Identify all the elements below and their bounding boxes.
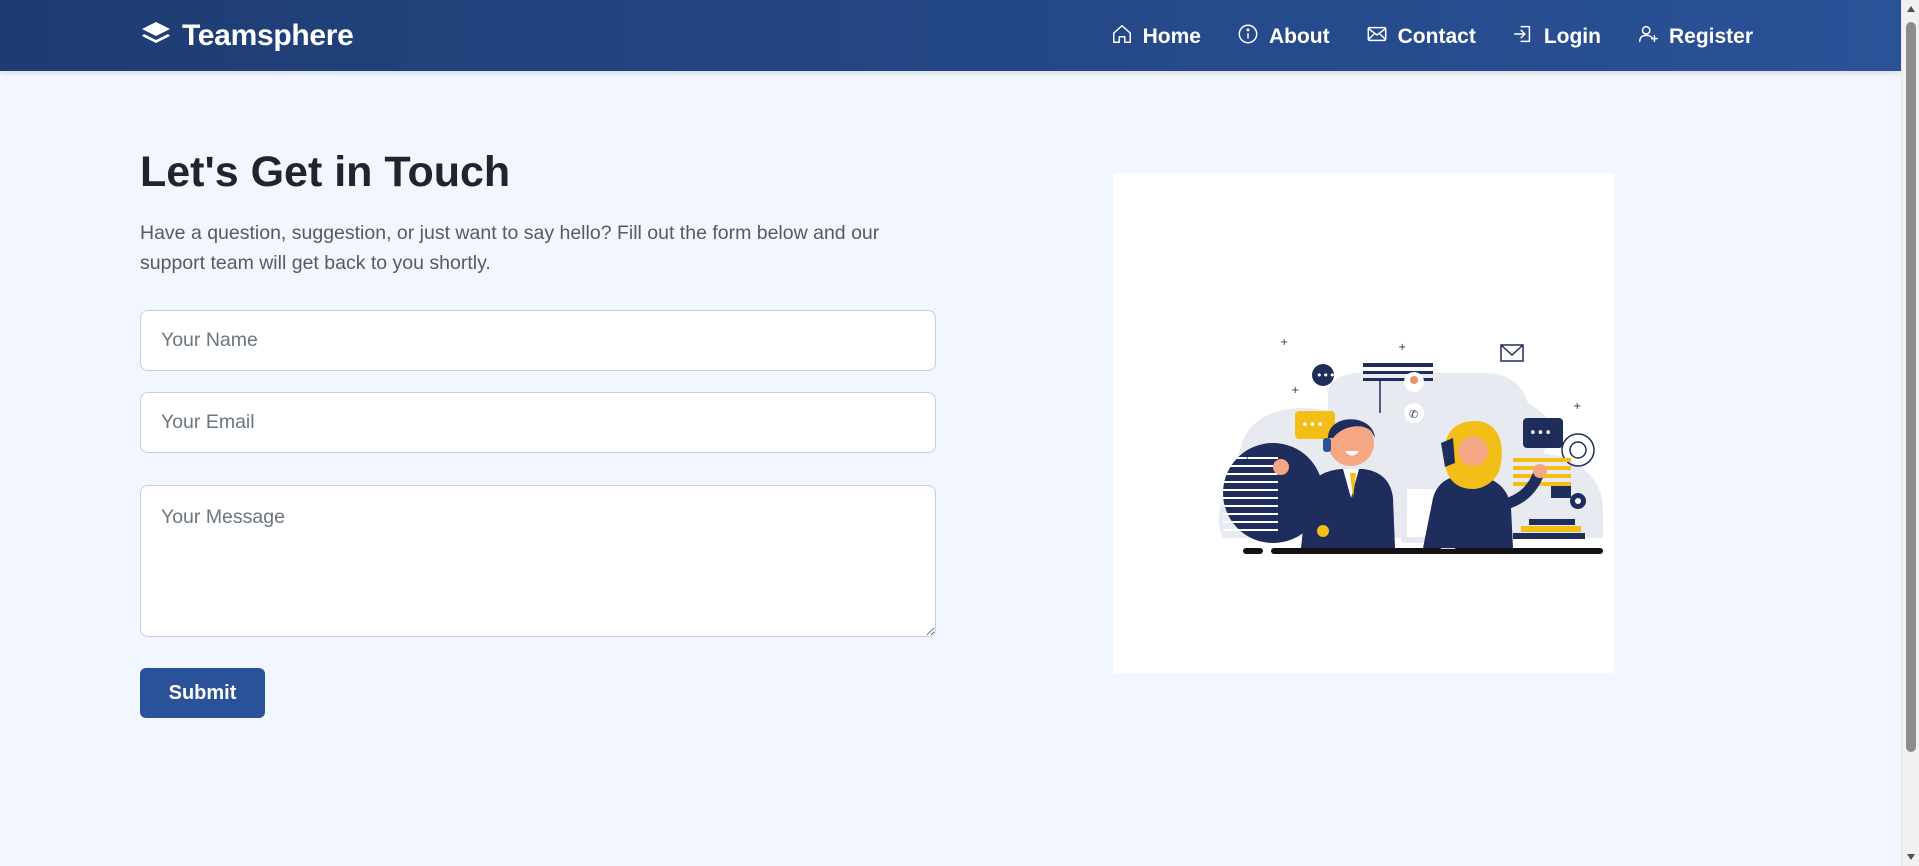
nav-contact[interactable]: Contact bbox=[1366, 23, 1476, 51]
scroll-thumb[interactable] bbox=[1906, 22, 1916, 752]
svg-text:+: + bbox=[1573, 401, 1581, 412]
scroll-up-arrow-icon[interactable] bbox=[1902, 0, 1919, 18]
nav-home-label: Home bbox=[1142, 25, 1201, 48]
customer-support-illustration: ••• ••• ••• ✆ + + ++ + bbox=[1218, 337, 1603, 556]
nav-about-label: About bbox=[1268, 25, 1330, 48]
nav-login-label: Login bbox=[1543, 25, 1601, 48]
email-input[interactable] bbox=[140, 392, 936, 453]
user-plus-icon bbox=[1637, 23, 1659, 51]
login-icon bbox=[1512, 23, 1534, 51]
svg-text:+: + bbox=[1280, 337, 1288, 348]
svg-text:+: + bbox=[1398, 342, 1406, 353]
home-icon bbox=[1111, 23, 1133, 51]
nav-login[interactable]: Login bbox=[1512, 23, 1601, 51]
contact-section: Let's Get in Touch Have a question, sugg… bbox=[140, 146, 936, 718]
svg-text:+: + bbox=[1601, 545, 1603, 556]
page-title: Let's Get in Touch bbox=[140, 148, 511, 196]
envelope-icon bbox=[1366, 23, 1388, 51]
svg-text:•••: ••• bbox=[1301, 418, 1324, 433]
layers-icon bbox=[140, 20, 172, 53]
top-navbar: Teamsphere Home About Contact Login Regi… bbox=[0, 0, 1901, 71]
main-nav: Home About Contact Login Register bbox=[1111, 20, 1753, 54]
nav-register[interactable]: Register bbox=[1637, 23, 1753, 51]
message-textarea[interactable] bbox=[140, 485, 936, 637]
svg-text:+: + bbox=[1291, 385, 1299, 396]
nav-about[interactable]: About bbox=[1237, 23, 1330, 51]
svg-text:✆: ✆ bbox=[1409, 408, 1418, 421]
info-icon bbox=[1237, 23, 1259, 51]
page-description: Have a question, suggestion, or just wan… bbox=[140, 222, 880, 274]
submit-button[interactable]: Submit bbox=[140, 668, 265, 718]
brand-link[interactable]: Teamsphere bbox=[140, 18, 354, 54]
nav-contact-label: Contact bbox=[1397, 25, 1476, 48]
nav-register-label: Register bbox=[1668, 25, 1753, 48]
svg-text:+: + bbox=[1243, 455, 1251, 466]
brand-name: Teamsphere bbox=[182, 19, 354, 52]
svg-text:•••: ••• bbox=[1316, 369, 1335, 382]
nav-home[interactable]: Home bbox=[1111, 23, 1201, 51]
name-input[interactable] bbox=[140, 310, 936, 371]
page-scrollbar[interactable] bbox=[1901, 0, 1919, 866]
svg-text:•••: ••• bbox=[1529, 426, 1552, 441]
contact-form: Submit bbox=[140, 310, 936, 718]
illustration-card: ••• ••• ••• ✆ + + + + + bbox=[1113, 173, 1614, 673]
scroll-down-arrow-icon[interactable] bbox=[1902, 848, 1919, 866]
